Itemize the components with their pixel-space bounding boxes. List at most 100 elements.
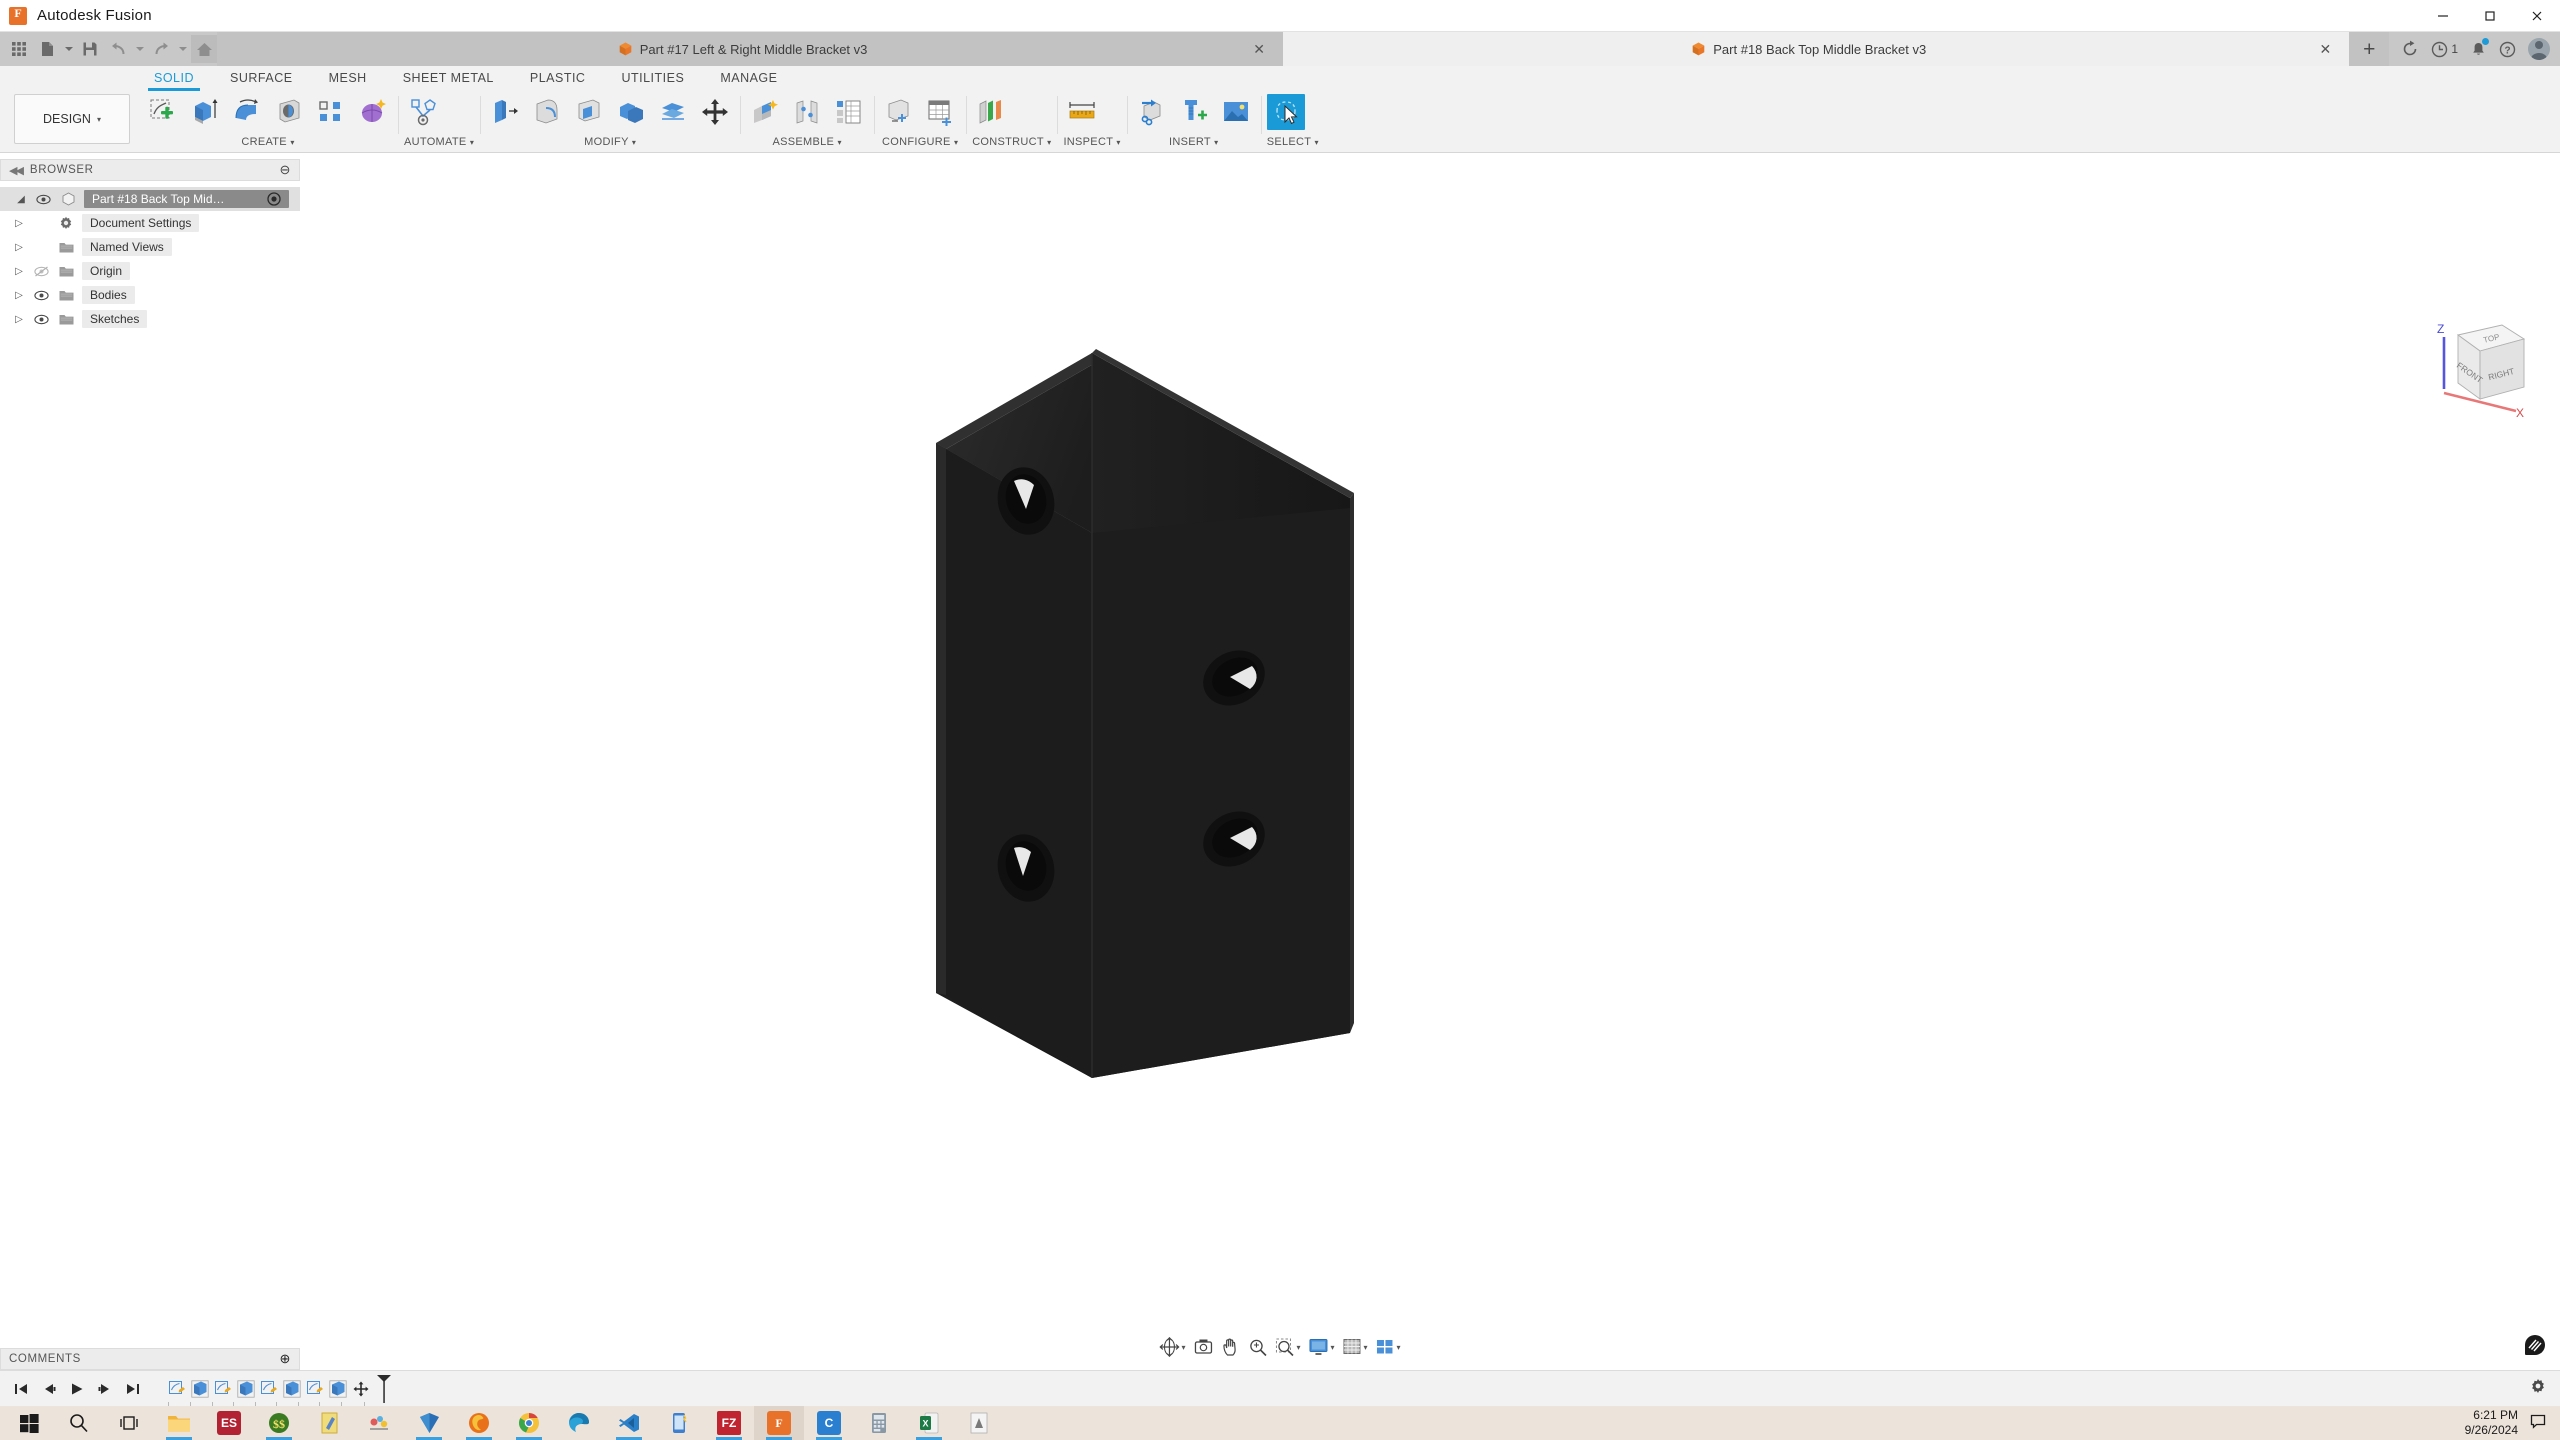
viewports-icon[interactable]: ▾ [1373, 1334, 1404, 1360]
document-tab-1[interactable]: Part #17 Left & Right Middle Bracket v3 … [217, 32, 1284, 66]
ribbon-tab-sheet-metal[interactable]: SHEET METAL [385, 68, 512, 90]
hole-icon[interactable] [270, 94, 308, 130]
document-tab-2-close-icon[interactable]: ✕ [2317, 41, 2333, 57]
panel-automate-label[interactable]: AUTOMATE [404, 136, 467, 148]
undo-icon[interactable] [105, 35, 131, 63]
measure-icon[interactable] [1063, 94, 1101, 130]
taskbar-calculator-icon[interactable] [854, 1406, 904, 1440]
document-tab-1-close-icon[interactable]: ✕ [1251, 41, 1267, 57]
taskbar-s-app-icon[interactable]: $$ [254, 1406, 304, 1440]
step-back-icon[interactable] [36, 1376, 62, 1402]
expand-triangle-icon[interactable]: ▷ [12, 290, 26, 301]
create-form-icon[interactable] [354, 94, 392, 130]
minimize-button[interactable] [2419, 0, 2466, 32]
bell-icon[interactable] [2466, 35, 2491, 63]
chevron-down-icon[interactable]: ▾ [838, 138, 842, 147]
close-button[interactable] [2513, 0, 2560, 32]
taskbar-phone-link-icon[interactable] [654, 1406, 704, 1440]
play-icon[interactable] [64, 1376, 90, 1402]
new-file-icon[interactable] [34, 35, 60, 63]
timeline-sketch-icon[interactable] [258, 1377, 280, 1401]
insert-derive-icon[interactable] [1133, 94, 1171, 130]
chevron-down-icon[interactable]: ▾ [1047, 138, 1051, 147]
workspace-switcher[interactable]: DESIGN ▾ [14, 94, 130, 144]
insert-mcmaster-icon[interactable] [1175, 94, 1213, 130]
joint-icon[interactable] [788, 94, 826, 130]
ribbon-tab-surface[interactable]: SURFACE [212, 68, 311, 90]
taskbar-bit-app-icon[interactable] [954, 1406, 1004, 1440]
combine-icon[interactable] [612, 94, 650, 130]
refresh-icon[interactable] [2397, 35, 2423, 63]
expand-triangle-icon[interactable]: ◢ [14, 194, 28, 205]
chevron-down-icon[interactable]: ▾ [290, 138, 294, 147]
task-view-icon[interactable] [104, 1406, 154, 1440]
timeline-extrude-icon[interactable] [235, 1377, 257, 1401]
chevron-down-icon[interactable]: ▾ [1214, 138, 1218, 147]
timeline-sketch-icon[interactable] [212, 1377, 234, 1401]
chevron-down-icon[interactable]: ▾ [1181, 1343, 1185, 1352]
pan-icon[interactable] [1218, 1334, 1243, 1360]
taskbar-clock[interactable]: 6:21 PM 9/26/2024 [2465, 1408, 2518, 1438]
visibility-eye-hidden-icon[interactable] [32, 266, 50, 277]
tree-item-component-root[interactable]: ◢ Part #18 Back Top Middle Bra... [0, 187, 300, 211]
panel-modify-label[interactable]: MODIFY [584, 136, 628, 148]
offset-plane-icon[interactable] [972, 94, 1010, 130]
panel-configure-label[interactable]: CONFIGURE [882, 136, 951, 148]
taskbar-edge-icon[interactable] [554, 1406, 604, 1440]
taskbar-chrome-icon[interactable] [504, 1406, 554, 1440]
add-comment-icon[interactable]: ⊕ [280, 1351, 292, 1367]
search-icon[interactable] [54, 1406, 104, 1440]
visibility-eye-icon[interactable] [34, 194, 52, 205]
timeline-sketch-icon[interactable] [304, 1377, 326, 1401]
taskbar-filezilla-icon[interactable]: FZ [704, 1406, 754, 1440]
undo-dropdown-icon[interactable] [133, 35, 146, 63]
document-tab-2[interactable]: Part #18 Back Top Middle Bracket v3 ✕ [1283, 32, 2350, 66]
home-icon[interactable] [191, 35, 217, 63]
expand-triangle-icon[interactable]: ▷ [12, 218, 26, 229]
timeline-sketch-icon[interactable] [166, 1377, 188, 1401]
chevron-down-icon[interactable]: ▾ [1364, 1343, 1368, 1352]
ribbon-tab-plastic[interactable]: PLASTIC [512, 68, 604, 90]
timeline-extrude-icon[interactable] [189, 1377, 211, 1401]
panel-select-label[interactable]: SELECT [1267, 136, 1311, 148]
taskbar-firefox-icon[interactable] [454, 1406, 504, 1440]
timeline-marker[interactable] [375, 1374, 393, 1404]
tree-item-document-settings[interactable]: ▷ Document Settings [0, 211, 300, 235]
extrude-icon[interactable] [186, 94, 224, 130]
chevron-down-icon[interactable]: ▾ [1397, 1343, 1401, 1352]
bom-icon[interactable] [830, 94, 868, 130]
taskbar-paint-icon[interactable] [354, 1406, 404, 1440]
view-badge-icon[interactable] [2524, 1334, 2546, 1356]
ribbon-tab-manage[interactable]: MANAGE [702, 68, 795, 90]
ribbon-tab-utilities[interactable]: UTILITIES [603, 68, 702, 90]
visibility-eye-icon[interactable] [32, 314, 50, 325]
chevron-down-icon[interactable]: ▾ [1116, 138, 1120, 147]
configuration-table-icon[interactable] [922, 94, 960, 130]
redo-dropdown-icon[interactable] [176, 35, 189, 63]
tree-item-named-views[interactable]: ▷ Named Views [0, 235, 300, 259]
help-icon[interactable]: ? [2495, 35, 2520, 63]
taskbar-vscode-icon[interactable] [604, 1406, 654, 1440]
move-copy-icon[interactable] [696, 94, 734, 130]
comments-panel[interactable]: COMMENTS ⊕ [0, 1348, 300, 1370]
panel-create-label[interactable]: CREATE [241, 136, 287, 148]
timeline-move-icon[interactable] [350, 1377, 372, 1401]
windows-start-icon[interactable] [4, 1406, 54, 1440]
go-to-beginning-icon[interactable] [8, 1376, 34, 1402]
pattern-icon[interactable] [312, 94, 350, 130]
panel-inspect-label[interactable]: INSPECT [1063, 136, 1113, 148]
automated-modeling-icon[interactable] [404, 94, 442, 130]
taskbar-file-explorer-icon[interactable] [154, 1406, 204, 1440]
go-to-end-icon[interactable] [120, 1376, 146, 1402]
chevron-down-icon[interactable]: ▾ [1296, 1343, 1300, 1352]
panel-assemble-label[interactable]: ASSEMBLE [772, 136, 834, 148]
chevron-down-icon[interactable]: ▾ [1314, 138, 1318, 147]
new-tab-button[interactable]: + [2349, 32, 2390, 66]
panel-construct-label[interactable]: CONSTRUCT [972, 136, 1044, 148]
maximize-button[interactable] [2466, 0, 2513, 32]
visibility-eye-icon[interactable] [32, 290, 50, 301]
taskbar-vault-icon[interactable] [404, 1406, 454, 1440]
shell-icon[interactable] [570, 94, 608, 130]
app-grid-icon[interactable] [6, 35, 32, 63]
tree-item-sketches[interactable]: ▷ Sketches [0, 307, 300, 331]
